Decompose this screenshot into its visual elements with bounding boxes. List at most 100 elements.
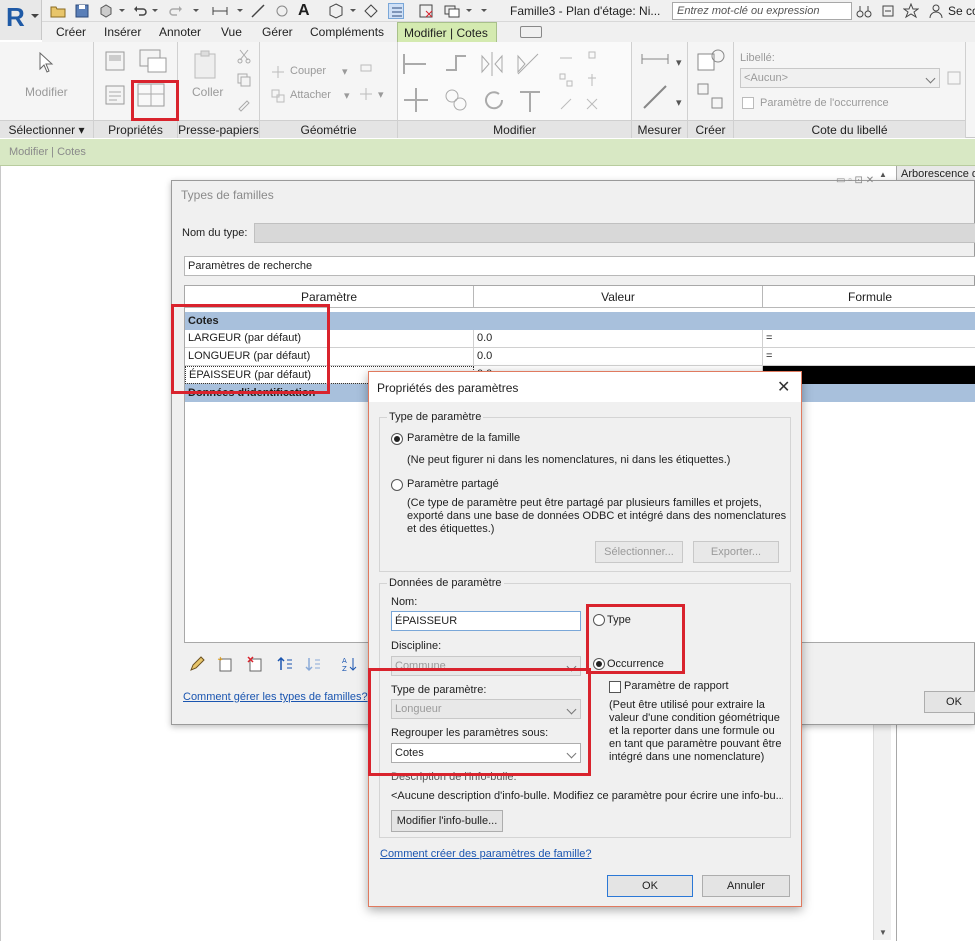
unpin-icon[interactable] [584, 50, 600, 66]
switch-windows-icon[interactable] [444, 3, 460, 19]
dialog-titlebar[interactable]: Propriétés des paramètres ✕ [369, 372, 801, 402]
cancel-button[interactable]: Annuler [702, 875, 790, 897]
trim-extend-icon[interactable] [516, 86, 544, 114]
label-combo[interactable]: <Aucun> [740, 68, 940, 88]
shared-parameter-radio[interactable] [391, 479, 403, 491]
measure-icon[interactable] [250, 3, 266, 19]
cut-geometry-icon[interactable] [270, 64, 286, 80]
tab-create[interactable]: Créer [56, 25, 86, 39]
column-header-formula[interactable]: Formule [763, 286, 975, 308]
report-parameter-checkbox[interactable] [609, 681, 621, 693]
family-types-panel-icon[interactable] [138, 48, 168, 74]
paint-icon[interactable] [358, 62, 374, 78]
ribbon-minimize-button[interactable] [520, 26, 542, 38]
type-name-combo[interactable] [254, 223, 975, 243]
panel-create-title[interactable]: Créer [688, 120, 733, 138]
panel-measure-title[interactable]: Mesurer [632, 120, 687, 138]
canvas-window-controls[interactable]: ▭ ▫ ⊡ ✕ [836, 175, 874, 186]
ok-button[interactable]: OK [607, 875, 693, 897]
panel-label-dimension-title[interactable]: Cote du libellé [734, 120, 965, 138]
instance-param-checkbox[interactable] [742, 97, 754, 109]
binoculars-icon[interactable] [856, 3, 872, 19]
create-group-icon[interactable] [696, 82, 726, 110]
edit-parameter-icon[interactable] [188, 655, 208, 675]
rotate-icon[interactable] [480, 86, 508, 114]
create-family-parameters-help-link[interactable]: Comment créer des paramètres de famille? [380, 848, 592, 860]
family-parameter-radio[interactable] [391, 433, 403, 445]
select-shared-button[interactable]: Sélectionner... [595, 541, 683, 563]
application-menu-button[interactable]: R [0, 0, 42, 40]
tab-view[interactable]: Vue [221, 25, 242, 39]
export-shared-button[interactable]: Exporter... [693, 541, 779, 563]
family-category-icon[interactable] [104, 50, 126, 72]
type-properties-icon[interactable] [104, 84, 126, 106]
tag-icon[interactable] [274, 3, 290, 19]
sort-ascending-icon[interactable]: AZ [340, 655, 360, 675]
copy-icon[interactable] [236, 72, 252, 88]
family-types-ok-button[interactable]: OK [924, 691, 975, 713]
wall-joins-icon[interactable] [358, 86, 374, 102]
move-down-icon[interactable] [304, 655, 324, 675]
close-icon[interactable]: ✕ [777, 377, 790, 397]
3d-view-icon[interactable] [328, 3, 344, 19]
join-geometry-icon[interactable] [270, 88, 286, 104]
section-icon[interactable] [363, 3, 379, 19]
panel-properties-title[interactable]: Propriétés [94, 120, 177, 138]
redo-icon[interactable] [168, 3, 184, 19]
tab-insert[interactable]: Insérer [104, 25, 141, 39]
edit-tooltip-button[interactable]: Modifier l'info-bulle... [391, 810, 503, 832]
undo-icon[interactable] [132, 3, 148, 19]
sign-in-link[interactable]: Se co [948, 4, 975, 18]
aligned-dimension-icon[interactable] [212, 3, 228, 19]
family-parameter-label[interactable]: Paramètre de la famille [407, 432, 520, 444]
create-similar-icon[interactable] [696, 48, 726, 76]
search-parameters-input[interactable]: Paramètres de recherche [184, 256, 975, 276]
thin-lines-icon[interactable] [388, 3, 404, 19]
panel-modify-title[interactable]: Modifier [398, 120, 631, 138]
tab-modify-dimensions[interactable]: Modifier | Cotes [397, 22, 497, 44]
cut-geometry-label[interactable]: Couper [290, 65, 326, 77]
paste-label[interactable]: Coller [192, 85, 223, 99]
modify-tool-label[interactable]: Modifier [25, 85, 68, 99]
panel-select-title[interactable]: Sélectionner ▾ [0, 120, 93, 138]
tab-annotate[interactable]: Annoter [159, 25, 201, 39]
mirror-axis-icon[interactable] [478, 50, 506, 78]
join-geometry-label[interactable]: Attacher [290, 89, 331, 101]
new-parameter-icon[interactable] [216, 655, 236, 675]
user-icon[interactable] [928, 3, 944, 19]
search-input[interactable]: Entrez mot-clé ou expression [672, 2, 852, 20]
open-icon[interactable] [50, 3, 66, 19]
text-icon[interactable]: A [298, 3, 314, 19]
mirror-draw-icon[interactable] [514, 50, 542, 78]
split-icon[interactable] [558, 50, 574, 66]
star-icon[interactable] [902, 2, 920, 19]
delete-parameter-icon[interactable] [246, 655, 266, 675]
close-hidden-icon[interactable] [418, 3, 434, 19]
paste-icon[interactable] [192, 50, 220, 80]
panel-clipboard-title[interactable]: Presse-papiers [178, 120, 259, 138]
measure-between-icon[interactable] [640, 52, 670, 66]
move-icon[interactable] [402, 86, 430, 114]
scroll-up-icon[interactable]: ▲ [879, 170, 887, 179]
cut-icon[interactable] [236, 48, 252, 64]
tab-manage[interactable]: Gérer [262, 25, 293, 39]
scroll-down-icon[interactable]: ▼ [879, 928, 887, 937]
column-header-value[interactable]: Valeur [474, 286, 763, 308]
report-parameter-label[interactable]: Paramètre de rapport [624, 680, 729, 692]
panel-geometry-title[interactable]: Géométrie [260, 120, 397, 138]
delete-icon[interactable] [584, 96, 600, 112]
offset-icon[interactable] [442, 50, 470, 78]
scale-icon[interactable] [558, 96, 574, 112]
sync-icon[interactable] [98, 3, 114, 19]
align-icon[interactable] [402, 50, 430, 78]
manage-family-types-help-link[interactable]: Comment gérer les types de familles? [183, 691, 368, 703]
save-icon[interactable] [74, 3, 90, 19]
aligned-dimension-tool-icon[interactable] [640, 82, 670, 112]
match-properties-icon[interactable] [236, 96, 252, 112]
pin-icon[interactable] [584, 72, 600, 88]
copy-element-icon[interactable] [442, 86, 470, 114]
array-icon[interactable] [558, 72, 574, 88]
tab-addins[interactable]: Compléments [310, 25, 384, 39]
cursor-icon[interactable] [38, 52, 54, 74]
move-up-icon[interactable] [276, 655, 296, 675]
